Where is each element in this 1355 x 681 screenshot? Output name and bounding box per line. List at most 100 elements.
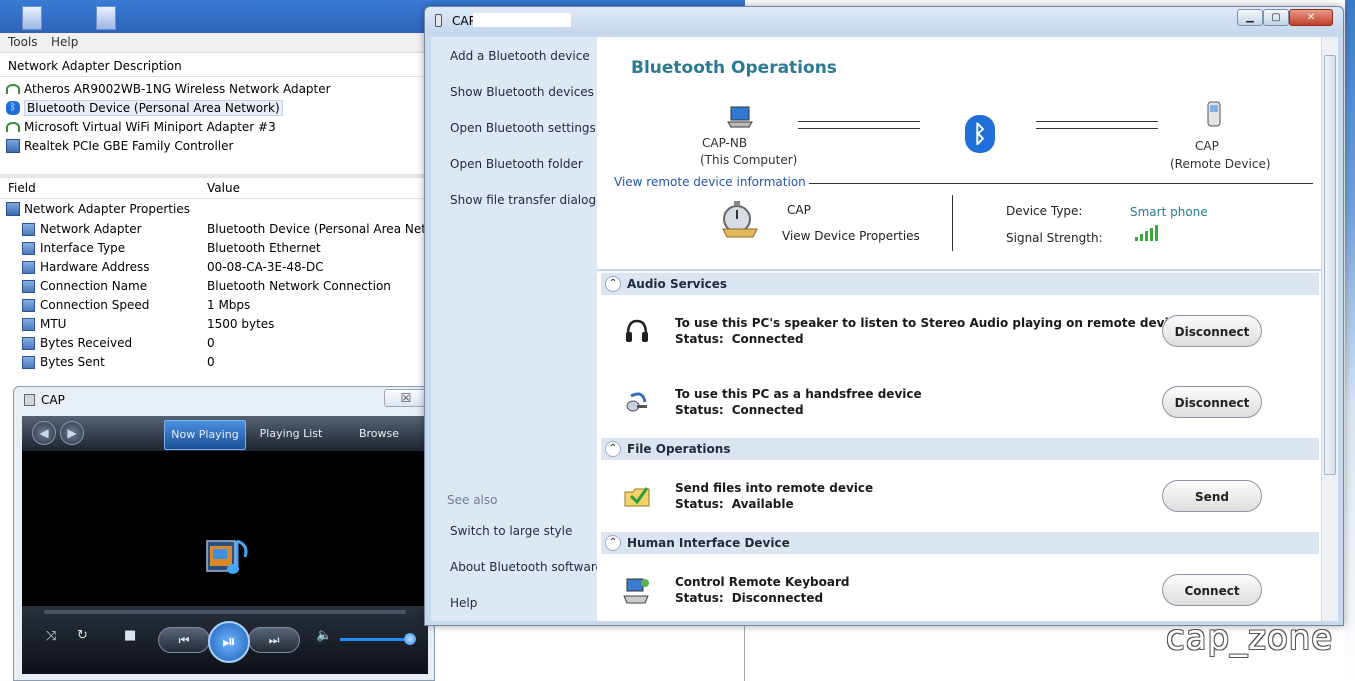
value-column-header[interactable]: Value [207, 181, 240, 195]
field-column-header[interactable]: Field [8, 181, 36, 195]
see-also-heading: See also [447, 493, 498, 507]
adapter-row[interactable]: Realtek PCIe GBE Family Controller [6, 136, 233, 155]
collapse-chevron-icon[interactable]: ⌃ [605, 276, 621, 292]
adapter-row[interactable]: Microsoft Virtual WiFi Miniport Adapter … [6, 117, 276, 136]
section-header-human-interface-device[interactable]: ⌃ Human Interface Device [601, 532, 1319, 554]
back-arrow-icon[interactable]: ◀ [32, 421, 56, 445]
property-row[interactable]: Connection Speed 1 Mbps [0, 296, 430, 315]
scrollbar-thumb[interactable] [1324, 55, 1336, 475]
play-pause-button[interactable]: ⏯ [208, 621, 250, 663]
previous-track-icon[interactable]: ⏮ [158, 627, 210, 653]
forward-arrow-icon[interactable]: ▶ [60, 421, 84, 445]
switch-large-style-link[interactable]: Switch to large style [450, 524, 572, 538]
service-row: To use this PC as a handsfree device Sta… [601, 366, 1319, 436]
service-status: Status: Disconnected [675, 591, 823, 605]
property-row[interactable]: MTU 1500 bytes [0, 315, 430, 334]
status-label: Status: [675, 403, 724, 417]
status-value: Available [731, 497, 794, 511]
minimize-button[interactable]: ▁ [1237, 9, 1263, 26]
wifi-adapter-icon [6, 83, 20, 94]
wifi-adapter-icon [6, 121, 20, 132]
service-row: Send files into remote device Status: Ava… [601, 460, 1319, 530]
property-icon [22, 222, 35, 236]
video-area[interactable] [22, 451, 428, 606]
seek-bar[interactable] [44, 610, 406, 614]
desktop-file-icon[interactable] [22, 6, 42, 30]
properties-header: Field Value [0, 179, 430, 199]
section-header-audio[interactable]: ⌃ Audio Services [601, 273, 1319, 295]
property-row[interactable]: Hardware Address 00-08-CA-3E-48-DC [0, 258, 430, 277]
disconnect-button[interactable]: Disconnect [1162, 386, 1262, 418]
view-device-properties-link[interactable]: View Device Properties [782, 229, 920, 243]
disconnect-button[interactable]: Disconnect [1162, 315, 1262, 347]
view-remote-device-information-link[interactable]: View remote device information [614, 175, 806, 189]
property-field: Hardware Address [40, 260, 150, 274]
adapter-row[interactable]: ᛒ Bluetooth Device (Personal Area Networ… [6, 98, 283, 117]
property-value: 00-08-CA-3E-48-DC [207, 260, 324, 274]
tab-now-playing[interactable]: Now Playing [164, 420, 246, 450]
open-bluetooth-settings-link[interactable]: Open Bluetooth settings [450, 121, 596, 135]
open-bluetooth-folder-link[interactable]: Open Bluetooth folder [450, 157, 583, 171]
property-icon [22, 317, 35, 331]
property-row[interactable]: Network Adapter Bluetooth Device (Person… [0, 220, 430, 239]
vertical-scrollbar[interactable] [1321, 37, 1338, 621]
device-type-label: Device Type: [1006, 204, 1083, 218]
section-header-file-operations[interactable]: ⌃ File Operations [601, 438, 1319, 460]
repeat-icon[interactable]: ↻ [77, 628, 88, 643]
tab-playing-list[interactable]: Playing List [254, 420, 328, 450]
local-device-name: CAP-NB [702, 136, 748, 150]
media-player-window: CAP ☒ ◀ ▶ Now Playing Playing List Brows… [13, 386, 435, 681]
collapse-chevron-icon[interactable]: ⌃ [605, 441, 621, 457]
menu-tools[interactable]: Tools [8, 35, 38, 49]
desktop-file-icon[interactable] [96, 6, 116, 30]
property-row[interactable]: Interface Type Bluetooth Ethernet [0, 239, 430, 258]
shuffle-icon[interactable]: ⤨ [46, 629, 56, 644]
show-file-transfer-dialog-link[interactable]: Show file transfer dialog [450, 193, 596, 207]
volume-slider-knob[interactable] [404, 633, 416, 645]
property-icon [22, 355, 35, 369]
property-row[interactable]: Bytes Sent 0 [0, 353, 430, 372]
close-button[interactable]: ☒ [384, 389, 428, 407]
property-icon [22, 260, 35, 274]
adapter-row[interactable]: Atheros AR9002WB-1NG Wireless Network Ad… [6, 79, 331, 98]
close-button[interactable]: ✕ [1289, 9, 1333, 26]
property-icon [22, 241, 35, 255]
pane-splitter[interactable] [0, 174, 430, 178]
page-title: Bluetooth Operations [631, 58, 837, 78]
property-value: 1 Mbps [207, 298, 251, 312]
property-field: Interface Type [40, 241, 126, 255]
adapter-list-header[interactable]: Network Adapter Description [0, 56, 430, 77]
property-row[interactable]: Bytes Received 0 [0, 334, 430, 353]
volume-slider[interactable] [340, 638, 410, 641]
service-status: Status: Connected [675, 332, 804, 346]
status-label: Status: [675, 332, 724, 346]
connect-button[interactable]: Connect [1162, 574, 1262, 606]
device-name: CAP [787, 203, 811, 217]
property-value: 0 [207, 355, 215, 369]
tab-browse[interactable]: Browse [342, 420, 416, 450]
network-adapter-icon [6, 202, 20, 216]
signal-bar [1155, 225, 1158, 241]
add-bluetooth-device-link[interactable]: Add a Bluetooth device [450, 49, 590, 63]
keyboard-icon [623, 578, 649, 604]
maximize-button[interactable]: ▢ [1263, 9, 1289, 26]
adapter-label: Bluetooth Device (Personal Area Network) [24, 99, 283, 116]
send-button[interactable]: Send [1162, 480, 1262, 512]
bluetooth-titlebar[interactable]: CAP ▁ ▢ ✕ [425, 7, 1343, 35]
menu-help[interactable]: Help [51, 35, 78, 49]
stop-icon[interactable]: ■ [124, 628, 136, 643]
section-title: Audio Services [627, 277, 727, 291]
properties-root[interactable]: Network Adapter Properties [6, 202, 190, 216]
bluetooth-window: CAP ▁ ▢ ✕ Add a Bluetooth device Show Bl… [424, 6, 1344, 626]
show-bluetooth-devices-link[interactable]: Show Bluetooth devices [450, 85, 594, 99]
help-link[interactable]: Help [450, 596, 477, 610]
next-track-icon[interactable]: ⏭ [248, 627, 300, 653]
property-row[interactable]: Connection Name Bluetooth Network Connec… [0, 277, 430, 296]
headset-icon [626, 392, 647, 412]
collapse-chevron-icon[interactable]: ⌃ [605, 535, 621, 551]
about-bluetooth-software-link[interactable]: About Bluetooth software [450, 560, 603, 574]
status-label: Status: [675, 497, 724, 511]
property-value: 1500 bytes [207, 317, 275, 331]
volume-icon[interactable]: 🔈 [316, 628, 332, 643]
property-icon [22, 336, 35, 350]
